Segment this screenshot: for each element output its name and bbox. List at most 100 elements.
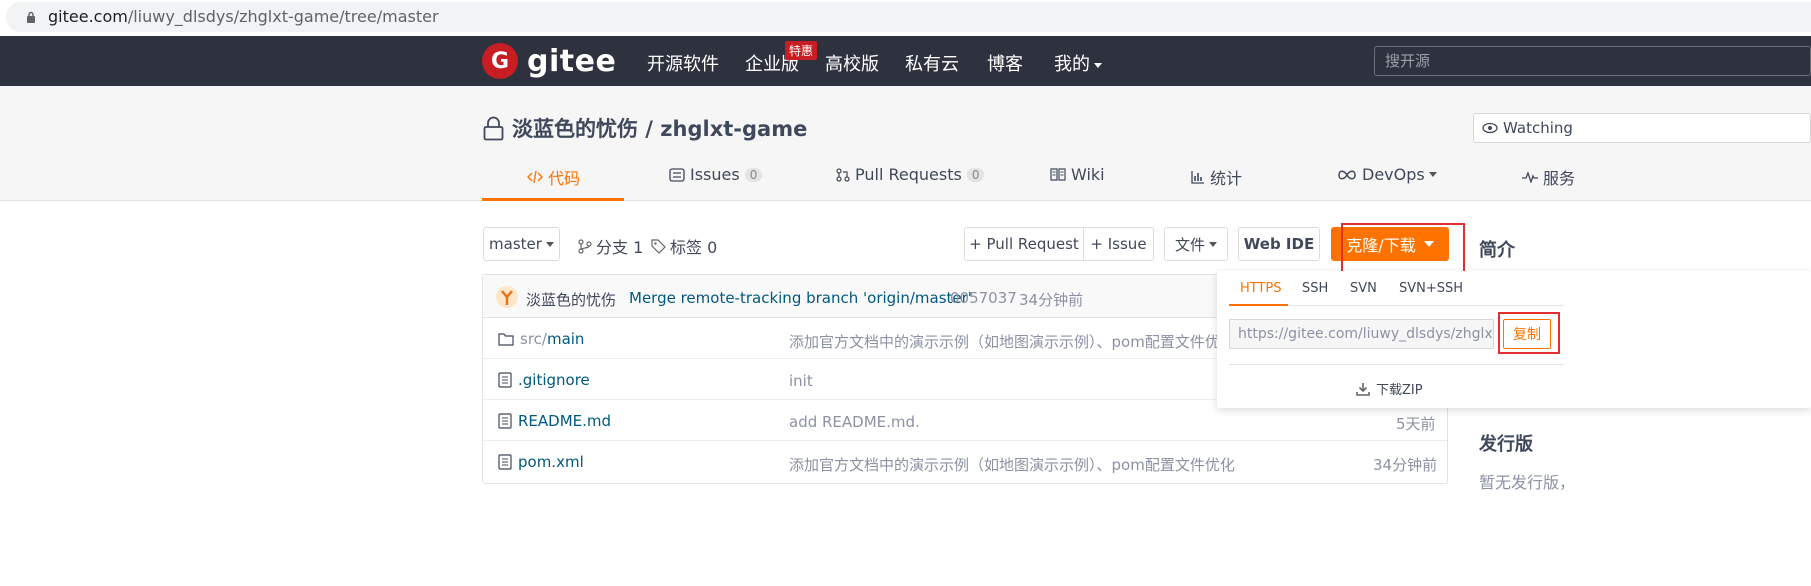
file-commit-message[interactable]: 添加官方文档中的演示示例（如地图演示示例）、pom配置文件优化 bbox=[789, 454, 1235, 475]
tab-pull-requests-label: Pull Requests bbox=[855, 165, 962, 184]
web-ide-button[interactable]: Web IDE bbox=[1238, 227, 1320, 261]
file-name[interactable]: README.md bbox=[498, 412, 611, 430]
tab-issues[interactable]: Issues 0 bbox=[669, 165, 763, 184]
chevron-down-icon bbox=[545, 241, 554, 247]
clone-url-input[interactable] bbox=[1230, 320, 1493, 348]
clone-url-field bbox=[1229, 319, 1494, 349]
lock-icon bbox=[483, 116, 504, 140]
branches-label: 分支 1 bbox=[596, 238, 644, 257]
tab-services-label: 服务 bbox=[1543, 169, 1576, 188]
gitee-logo-icon: G bbox=[482, 43, 518, 79]
file-name-label: pom.xml bbox=[518, 453, 584, 471]
watch-label: Watching bbox=[1503, 119, 1573, 137]
file-icon bbox=[498, 413, 512, 429]
hot-badge: 特惠 bbox=[785, 41, 818, 60]
nav-mine-label: 我的 bbox=[1054, 54, 1090, 75]
branch-icon bbox=[578, 238, 592, 254]
file-path-prefix: src/ bbox=[520, 330, 547, 348]
highlight-box bbox=[1341, 223, 1465, 274]
issues-count: 0 bbox=[744, 167, 763, 182]
tab-wiki[interactable]: Wiki bbox=[1050, 165, 1105, 184]
nav-mine[interactable]: 我的 bbox=[1054, 50, 1102, 76]
lock-icon bbox=[27, 11, 35, 23]
file-icon bbox=[498, 372, 512, 388]
tab-stats[interactable]: 统计 bbox=[1191, 165, 1242, 189]
pull-request-icon bbox=[836, 167, 850, 182]
search-input[interactable] bbox=[1375, 47, 1810, 75]
branches-link[interactable]: 分支 1 bbox=[578, 234, 643, 258]
file-name-label: main bbox=[546, 330, 585, 348]
nav-search bbox=[1374, 46, 1811, 76]
gitee-logo[interactable]: G gitee bbox=[482, 43, 616, 79]
tags-link[interactable]: 标签 0 bbox=[651, 234, 717, 258]
intro-heading: 简介 bbox=[1479, 240, 1515, 261]
nav-blog[interactable]: 博客 bbox=[987, 50, 1023, 76]
branch-select-label: master bbox=[489, 235, 542, 253]
browser-address-bar: gitee.com/liuwy_dlsdys/zhglxt-game/tree/… bbox=[0, 0, 1811, 34]
file-name[interactable]: .gitignore bbox=[498, 371, 590, 389]
book-icon bbox=[1050, 168, 1066, 181]
pull-requests-count: 0 bbox=[966, 167, 985, 182]
tab-code-label: 代码 bbox=[548, 169, 581, 188]
tab-services[interactable]: 服务 bbox=[1522, 165, 1575, 189]
new-issue-button[interactable]: + Issue bbox=[1083, 227, 1154, 261]
bar-chart-icon bbox=[1191, 171, 1204, 184]
commit-message[interactable]: Merge remote-tracking branch 'origin/mas… bbox=[629, 289, 972, 307]
divider bbox=[1229, 364, 1564, 365]
active-tab-indicator bbox=[482, 198, 624, 201]
clone-tab-ssh[interactable]: SSH bbox=[1302, 281, 1328, 296]
releases-empty-text: 暂无发行版， bbox=[1479, 473, 1576, 492]
clone-tab-svn-ssh[interactable]: SVN+SSH bbox=[1399, 281, 1463, 296]
url-text[interactable]: gitee.com/liuwy_dlsdys/zhglxt-game/tree/… bbox=[48, 7, 439, 26]
download-zip-label: 下载ZIP bbox=[1376, 383, 1423, 398]
issues-icon bbox=[669, 167, 685, 182]
new-pull-request-button[interactable]: + Pull Request bbox=[964, 227, 1084, 261]
file-commit-message[interactable]: add README.md. bbox=[789, 413, 920, 431]
tab-issues-label: Issues bbox=[690, 165, 740, 184]
file-menu-button[interactable]: 文件 bbox=[1164, 227, 1228, 261]
chevron-down-icon bbox=[1209, 241, 1217, 247]
file-time: 34分钟前 bbox=[1373, 456, 1438, 474]
code-icon bbox=[527, 170, 543, 184]
commit-time: 34分钟前 bbox=[1019, 291, 1084, 309]
tags-label: 标签 0 bbox=[670, 238, 718, 257]
folder-icon bbox=[498, 333, 514, 346]
tab-pull-requests[interactable]: Pull Requests 0 bbox=[836, 165, 985, 184]
tab-devops[interactable]: DevOps bbox=[1337, 165, 1437, 184]
file-name[interactable]: pom.xml bbox=[498, 453, 584, 471]
branch-select[interactable]: master bbox=[483, 227, 560, 261]
chevron-down-icon bbox=[1094, 62, 1102, 68]
tab-wiki-label: Wiki bbox=[1071, 165, 1105, 184]
tab-stats-label: 统计 bbox=[1210, 169, 1243, 188]
clone-tab-svn[interactable]: SVN bbox=[1350, 281, 1377, 296]
project-title: 淡蓝色的忧伤 / zhglxt-game bbox=[483, 113, 807, 143]
avatar[interactable] bbox=[496, 286, 518, 308]
file-commit-message[interactable]: 添加官方文档中的演示示例（如地图演示示例）、pom配置文件优化 bbox=[789, 331, 1235, 352]
chevron-down-icon bbox=[1428, 172, 1437, 177]
watch-button[interactable]: Watching bbox=[1473, 113, 1811, 143]
nav-open-source[interactable]: 开源软件 bbox=[647, 50, 719, 76]
download-icon bbox=[1356, 382, 1370, 396]
infinity-icon bbox=[1338, 170, 1356, 179]
commit-hash[interactable]: 0057037 bbox=[950, 289, 1017, 307]
clone-tab-https[interactable]: HTTPS bbox=[1240, 281, 1282, 296]
commit-author[interactable]: 淡蓝色的忧伤 bbox=[526, 289, 616, 310]
eye-icon bbox=[1482, 122, 1498, 134]
nav-education[interactable]: 高校版 bbox=[825, 50, 879, 76]
project-name[interactable]: 淡蓝色的忧伤 / zhglxt-game bbox=[512, 113, 807, 143]
active-clone-tab-indicator bbox=[1229, 304, 1288, 306]
download-zip-link[interactable]: 下载ZIP bbox=[1356, 379, 1423, 398]
nav-private-cloud[interactable]: 私有云 bbox=[905, 50, 959, 76]
tab-code[interactable]: 代码 bbox=[527, 165, 580, 189]
file-icon bbox=[498, 454, 512, 470]
file-commit-message[interactable]: init bbox=[789, 372, 813, 390]
avatar-image-icon bbox=[501, 290, 513, 305]
tag-icon bbox=[651, 238, 666, 254]
file-menu-label: 文件 bbox=[1174, 235, 1205, 254]
releases-heading: 发行版 bbox=[1479, 434, 1533, 455]
file-time: 5天前 bbox=[1396, 415, 1436, 433]
tab-devops-label: DevOps bbox=[1362, 165, 1425, 184]
file-name[interactable]: src/main bbox=[498, 330, 584, 348]
gitee-logo-text: gitee bbox=[527, 43, 617, 79]
pulse-icon bbox=[1522, 171, 1538, 183]
